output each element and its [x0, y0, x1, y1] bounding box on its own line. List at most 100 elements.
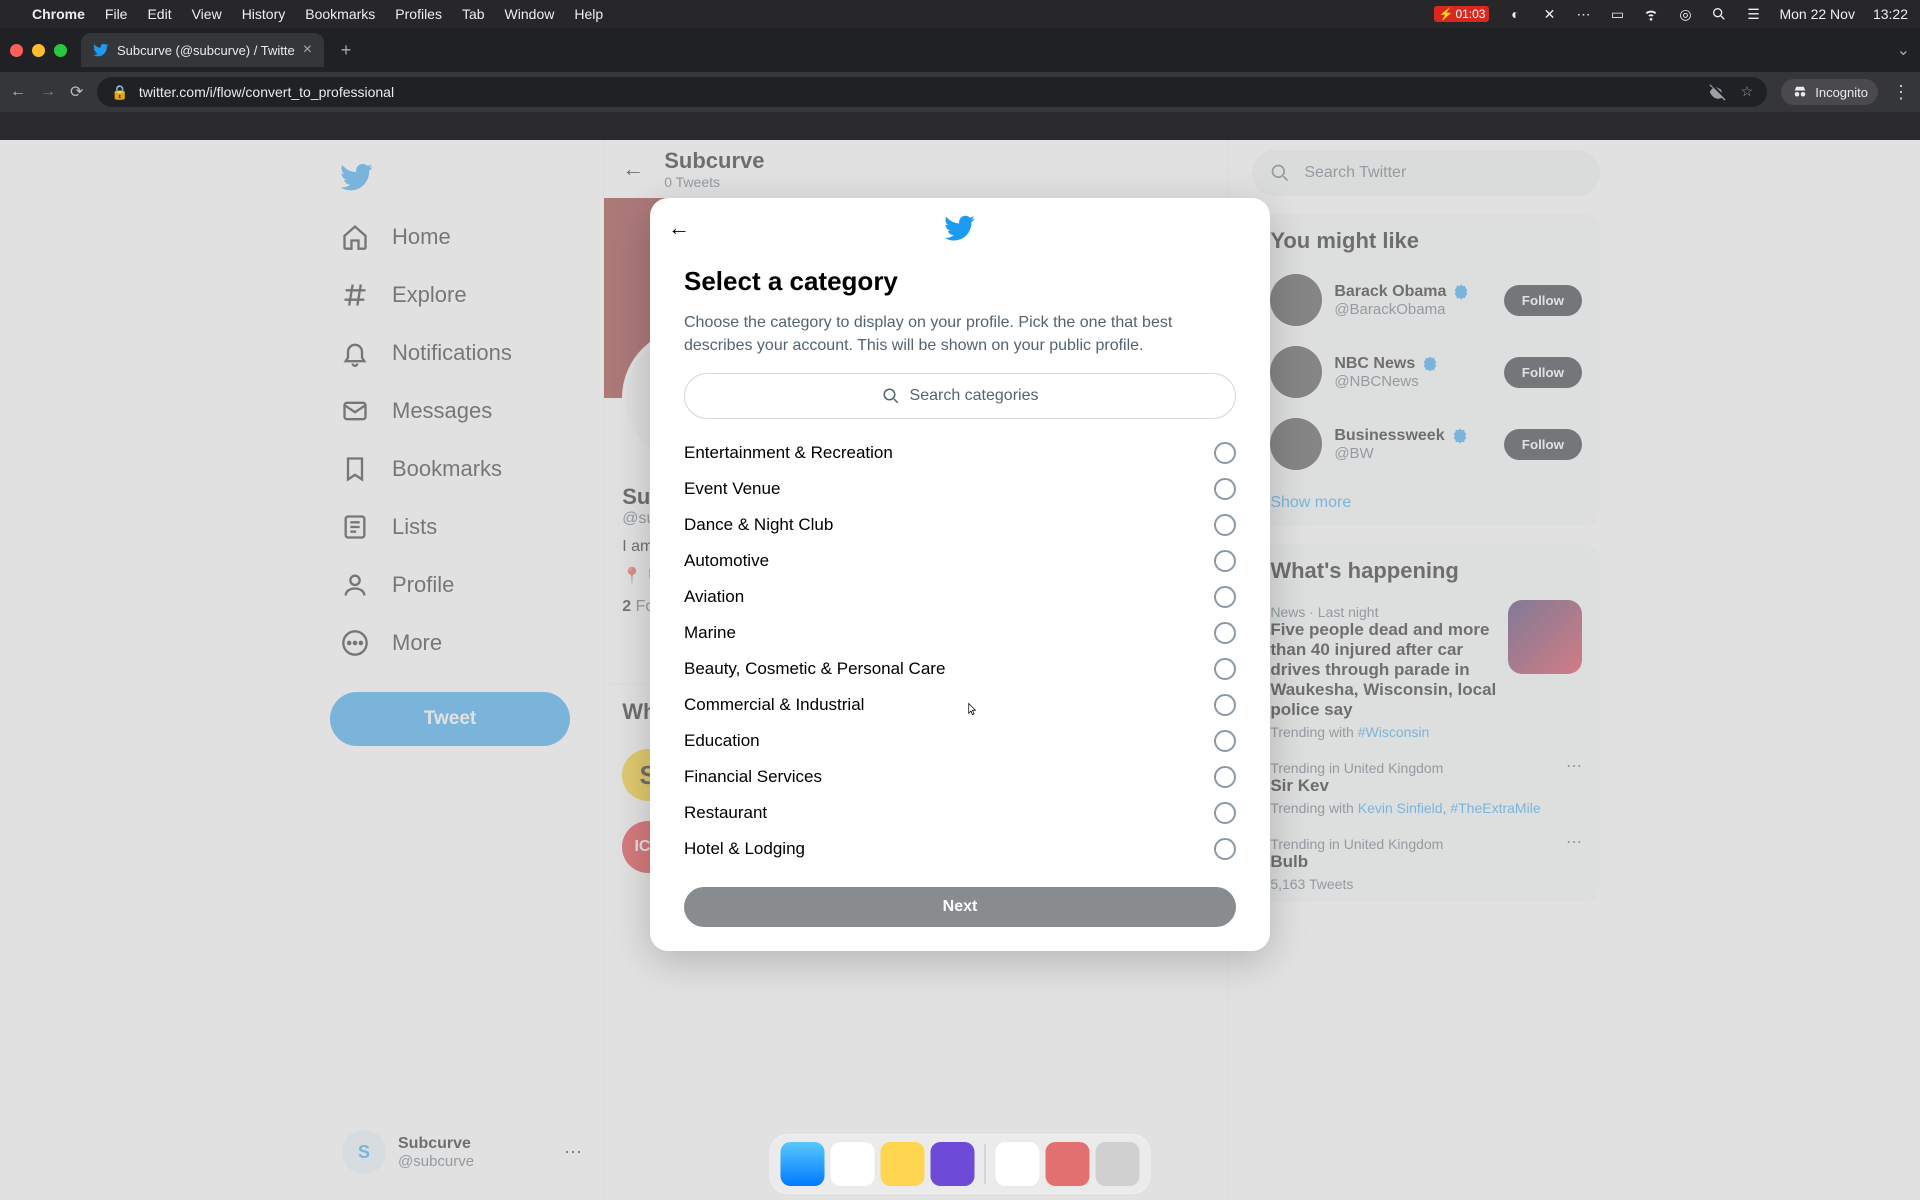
chrome-window: Subcurve (@subcurve) / Twitte × + ⌄ ← → … — [0, 28, 1920, 1200]
category-option[interactable]: Dance & Night Club — [684, 507, 1236, 543]
modal-description: Choose the category to display on your p… — [684, 311, 1236, 357]
address-bar: ← → ⟳ 🔒 twitter.com/i/flow/convert_to_pr… — [0, 72, 1920, 112]
tabs-dropdown-icon[interactable]: ⌄ — [1897, 40, 1910, 60]
category-option[interactable]: Hotel & Lodging — [684, 831, 1236, 867]
menu-help[interactable]: Help — [574, 6, 603, 22]
radio-icon[interactable] — [1214, 550, 1236, 572]
modal-title: Select a category — [684, 266, 1236, 297]
category-label: Event Venue — [684, 479, 780, 499]
category-label: Dance & Night Club — [684, 515, 833, 535]
category-option[interactable]: Aviation — [684, 579, 1236, 615]
category-label: Automotive — [684, 551, 769, 571]
search-placeholder: Search categories — [910, 387, 1039, 405]
radio-icon[interactable] — [1214, 658, 1236, 680]
category-label: Restaurant — [684, 803, 767, 823]
dock-separator — [985, 1144, 986, 1184]
tool-icon[interactable]: ✕ — [1541, 6, 1557, 22]
spotlight-icon[interactable] — [1711, 6, 1727, 22]
category-label: Entertainment & Recreation — [684, 443, 893, 463]
category-option[interactable]: Restaurant — [684, 795, 1236, 831]
url-text: twitter.com/i/flow/convert_to_profession… — [139, 84, 394, 100]
radio-icon[interactable] — [1214, 730, 1236, 752]
battery-time: 01:03 — [1455, 7, 1485, 21]
category-option[interactable]: Financial Services — [684, 759, 1236, 795]
toggl-icon[interactable]: ◐ — [1507, 6, 1523, 22]
radio-icon[interactable] — [1214, 802, 1236, 824]
category-label: Financial Services — [684, 767, 822, 787]
tab-close-icon[interactable]: × — [303, 41, 312, 59]
browser-tab[interactable]: Subcurve (@subcurve) / Twitte × — [81, 33, 324, 67]
battery-icon[interactable]: ▭ — [1609, 6, 1625, 22]
category-option[interactable]: Automotive — [684, 543, 1236, 579]
nav-forward-icon: → — [40, 83, 56, 101]
category-option[interactable]: Entertainment & Recreation — [684, 435, 1236, 471]
category-option[interactable]: Commercial & Industrial — [684, 687, 1236, 723]
mac-menubar: Chrome File Edit View History Bookmarks … — [0, 0, 1920, 28]
window-close-button[interactable] — [10, 44, 23, 57]
dock-app-textedit[interactable] — [996, 1142, 1040, 1186]
new-tab-button[interactable]: + — [332, 36, 360, 64]
next-button[interactable]: Next — [684, 887, 1236, 927]
incognito-badge[interactable]: Incognito — [1781, 79, 1878, 105]
user-switch-icon[interactable]: ☰ — [1745, 6, 1761, 22]
category-modal: ← Select a category Choose the category … — [650, 198, 1270, 951]
radio-icon[interactable] — [1214, 586, 1236, 608]
menubar-time[interactable]: 13:22 — [1873, 6, 1908, 22]
wifi-icon[interactable] — [1643, 6, 1659, 22]
tabstrip: Subcurve (@subcurve) / Twitte × + ⌄ — [0, 28, 1920, 72]
search-icon — [882, 387, 900, 405]
radio-icon[interactable] — [1214, 766, 1236, 788]
category-option[interactable]: Marine — [684, 615, 1236, 651]
star-icon[interactable]: ☆ — [1741, 83, 1754, 101]
category-label: Education — [684, 731, 760, 751]
dock-app-trash[interactable] — [1096, 1142, 1140, 1186]
nav-back-icon[interactable]: ← — [10, 83, 26, 101]
radio-icon[interactable] — [1214, 622, 1236, 644]
category-option[interactable]: Education — [684, 723, 1236, 759]
radio-icon[interactable] — [1214, 694, 1236, 716]
menu-extra-icon[interactable]: ⋯ — [1575, 6, 1591, 22]
menu-tab[interactable]: Tab — [462, 6, 485, 22]
eye-off-icon[interactable] — [1709, 83, 1727, 101]
chrome-menu-icon[interactable]: ⋮ — [1892, 82, 1910, 103]
category-label: Hotel & Lodging — [684, 839, 805, 859]
dock-app-chrome[interactable] — [831, 1142, 875, 1186]
dock-app-finder[interactable] — [781, 1142, 825, 1186]
dock-app-red[interactable] — [1046, 1142, 1090, 1186]
menu-view[interactable]: View — [192, 6, 222, 22]
radio-icon[interactable] — [1214, 442, 1236, 464]
radio-icon[interactable] — [1214, 478, 1236, 500]
lock-icon[interactable]: 🔒 — [111, 84, 128, 101]
menu-file[interactable]: File — [105, 6, 128, 22]
category-label: Commercial & Industrial — [684, 695, 864, 715]
window-minimize-button[interactable] — [32, 44, 45, 57]
modal-back-icon[interactable]: ← — [668, 215, 690, 241]
category-option[interactable]: Beauty, Cosmetic & Personal Care — [684, 651, 1236, 687]
dock-app-notes[interactable] — [881, 1142, 925, 1186]
menu-window[interactable]: Window — [505, 6, 555, 22]
twitter-logo-icon — [944, 212, 976, 244]
battery-indicator[interactable]: ⚡01:03 — [1434, 6, 1489, 22]
radio-icon[interactable] — [1214, 514, 1236, 536]
category-search[interactable]: Search categories — [684, 373, 1236, 419]
radio-icon[interactable] — [1214, 838, 1236, 860]
control-center-icon[interactable]: ◎ — [1677, 6, 1693, 22]
category-label: Beauty, Cosmetic & Personal Care — [684, 659, 945, 679]
menu-bookmarks[interactable]: Bookmarks — [305, 6, 375, 22]
category-label: Aviation — [684, 587, 744, 607]
reload-icon[interactable]: ⟳ — [70, 82, 83, 102]
menu-edit[interactable]: Edit — [147, 6, 171, 22]
dock — [770, 1134, 1151, 1194]
category-label: Marine — [684, 623, 736, 643]
menubar-date[interactable]: Mon 22 Nov — [1779, 6, 1854, 22]
omnibox[interactable]: 🔒 twitter.com/i/flow/convert_to_professi… — [97, 77, 1767, 107]
menu-profiles[interactable]: Profiles — [395, 6, 442, 22]
window-controls — [10, 44, 67, 57]
window-zoom-button[interactable] — [54, 44, 67, 57]
menu-history[interactable]: History — [242, 6, 286, 22]
tab-title: Subcurve (@subcurve) / Twitte — [117, 43, 295, 58]
menubar-app-name[interactable]: Chrome — [32, 6, 85, 22]
dock-app-purple[interactable] — [931, 1142, 975, 1186]
category-option[interactable]: Event Venue — [684, 471, 1236, 507]
category-list: Entertainment & Recreation Event Venue Dan… — [684, 435, 1236, 867]
